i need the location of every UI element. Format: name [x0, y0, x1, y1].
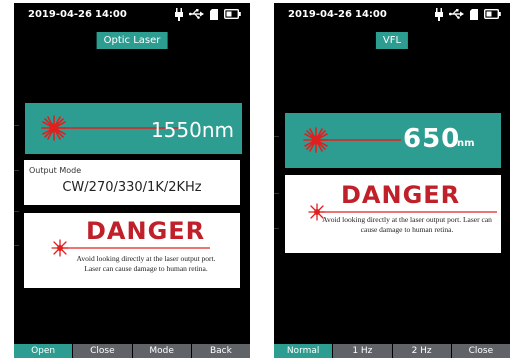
usb-icon — [449, 9, 464, 19]
wavelength-value: 650 — [403, 124, 461, 154]
status-icons — [435, 7, 501, 21]
danger-panel: DANGER Avoid looking directly at the las… — [285, 175, 501, 253]
edge-tick — [14, 211, 19, 212]
status-bar: 2019-04-26 14:00 — [274, 3, 510, 25]
device-screen-optic-laser: 2019-04-26 14:00 Optic Laser 1550nm Outp… — [14, 3, 250, 358]
wavelength-unit: nm — [457, 138, 475, 149]
status-time: 14:00 — [95, 9, 127, 20]
edge-tick — [274, 193, 279, 194]
power-plug-icon — [175, 7, 183, 21]
output-mode-label: Output Mode — [29, 166, 82, 175]
softkey-bar: Open Close Mode Back — [14, 344, 250, 358]
device-screen-vfl: 2019-04-26 14:00 VFL 650 nm DANGER Avoid… — [274, 3, 510, 358]
status-icons — [175, 7, 241, 21]
status-time: 14:00 — [355, 9, 387, 20]
edge-tick — [14, 125, 19, 126]
softkey-normal[interactable]: Normal — [274, 344, 333, 358]
edge-tick — [274, 228, 279, 229]
wavelength-panel: 1550nm — [25, 103, 242, 154]
danger-message: Avoid looking directly at the laser outp… — [76, 254, 216, 273]
output-mode-panel: Output Mode CW/270/330/1K/2KHz — [24, 160, 240, 205]
danger-message: Avoid looking directly at the laser outp… — [322, 215, 492, 234]
softkey-close[interactable]: Close — [73, 344, 132, 358]
edge-tick — [14, 245, 19, 246]
status-bar: 2019-04-26 14:00 — [14, 3, 250, 25]
sd-card-icon — [210, 8, 218, 20]
edge-tick — [14, 170, 19, 171]
softkey-close[interactable]: Close — [451, 344, 510, 358]
wavelength-panel: 650 nm — [285, 113, 501, 168]
status-date: 2019-04-26 — [288, 9, 352, 20]
output-mode-value: CW/270/330/1K/2KHz — [62, 180, 202, 195]
softkey-1hz[interactable]: 1 Hz — [333, 344, 392, 358]
edge-tick — [274, 136, 279, 137]
softkey-open[interactable]: Open — [14, 344, 73, 358]
battery-icon — [484, 9, 501, 19]
battery-icon — [224, 9, 241, 19]
sd-card-icon — [470, 8, 478, 20]
screen-title: VFL — [375, 32, 409, 49]
laser-icon — [303, 127, 401, 153]
screen-title: Optic Laser — [96, 32, 168, 49]
power-plug-icon — [435, 7, 443, 21]
danger-panel: DANGER Avoid looking directly at the las… — [24, 213, 240, 288]
wavelength-value: 1550nm — [150, 118, 234, 142]
status-date: 2019-04-26 — [28, 9, 92, 20]
softkey-2hz[interactable]: 2 Hz — [392, 344, 451, 358]
softkey-bar: Normal 1 Hz 2 Hz Close — [274, 344, 510, 358]
softkey-back[interactable]: Back — [191, 344, 250, 358]
softkey-mode[interactable]: Mode — [132, 344, 191, 358]
usb-icon — [189, 9, 204, 19]
